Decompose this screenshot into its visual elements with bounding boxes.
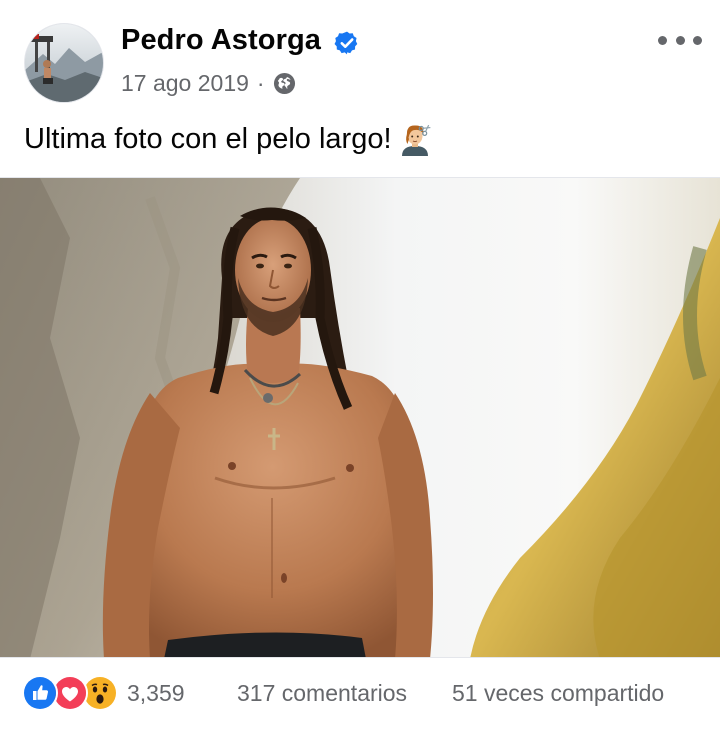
caption-text: Ultima foto con el pelo largo!: [24, 122, 392, 155]
post-photo[interactable]: [0, 177, 720, 658]
reaction-count: 3,359: [127, 679, 185, 706]
like-icon: [22, 675, 58, 711]
more-options-icon: [658, 35, 667, 45]
person-getting-haircut-icon: [401, 124, 430, 156]
verified-badge-icon: [334, 31, 358, 55]
post-date[interactable]: 17 ago 2019: [121, 70, 249, 97]
meta-separator: ·: [256, 70, 265, 96]
more-options-button[interactable]: [658, 28, 702, 52]
author-name[interactable]: Pedro Astorga: [121, 24, 321, 57]
post-photo-image: [0, 178, 720, 657]
author-avatar[interactable]: [24, 23, 104, 103]
more-options-icon: [675, 35, 685, 45]
post-header: Pedro Astorga 17 ago 2019 ·: [0, 0, 720, 110]
globe-icon[interactable]: [273, 72, 296, 95]
more-options-icon: [693, 35, 702, 45]
comments-count-link[interactable]: 317 comentarios: [237, 680, 407, 707]
reactions-summary[interactable]: 3,359: [22, 675, 185, 711]
post-caption: Ultima foto con el pelo largo!: [24, 122, 432, 156]
post-footer: 3,359 317 comentarios 51 veces compartid…: [0, 658, 720, 741]
facebook-post: Pedro Astorga 17 ago 2019 · Ultima foto …: [0, 0, 720, 741]
post-meta: 17 ago 2019 ·: [121, 70, 296, 97]
shares-count-link[interactable]: 51 veces compartido: [452, 680, 664, 707]
